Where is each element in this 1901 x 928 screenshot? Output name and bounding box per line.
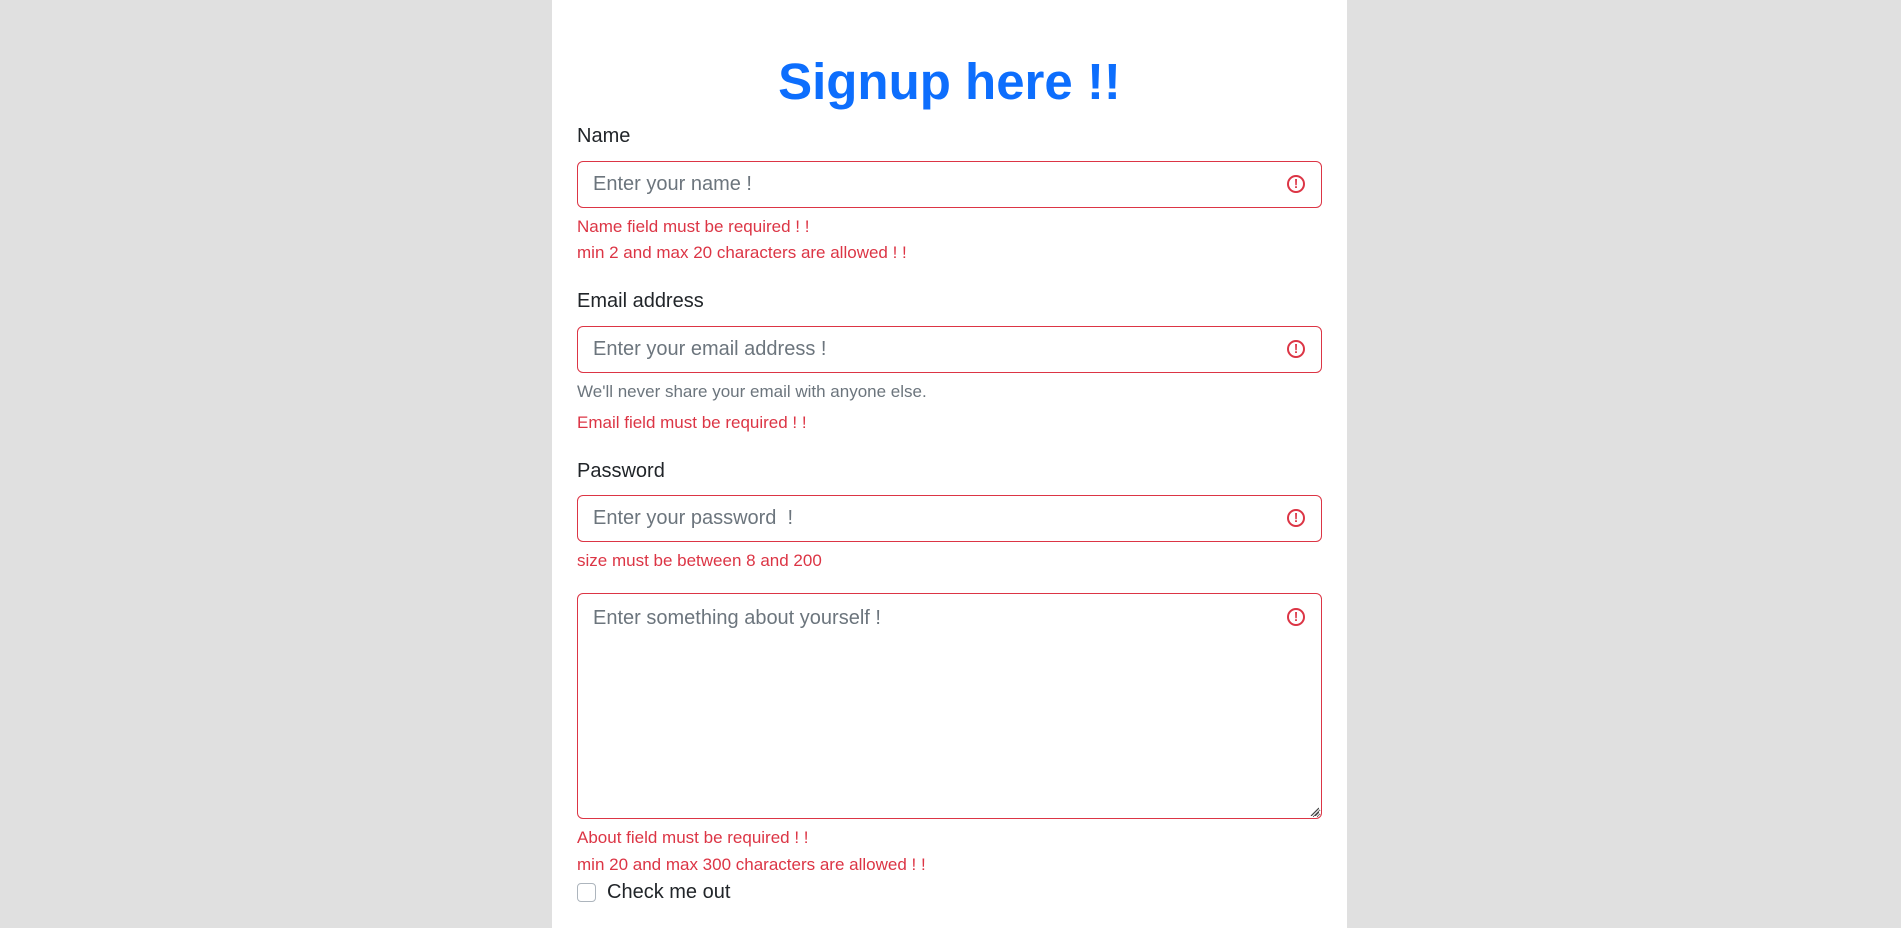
- name-label: Name: [577, 125, 631, 147]
- page-title: Signup here !!: [778, 53, 1121, 110]
- password-label: Password: [577, 460, 665, 482]
- email-error-required: Email field must be required ! !: [577, 413, 807, 432]
- about-error-length: min 20 and max 300 characters are allowe…: [577, 855, 926, 874]
- name-input[interactable]: [577, 161, 1322, 208]
- name-invalid-icon: !: [1287, 175, 1305, 193]
- about-textarea[interactable]: [577, 593, 1322, 819]
- resize-handle-icon[interactable]: [1309, 806, 1319, 816]
- signup-card: Signup here !! Name ! Name field must be…: [552, 0, 1347, 928]
- email-input[interactable]: [577, 326, 1322, 373]
- email-invalid-icon: !: [1287, 340, 1305, 358]
- password-invalid-icon: !: [1287, 509, 1305, 527]
- name-error-length: min 2 and max 20 characters are allowed …: [577, 243, 907, 262]
- password-input[interactable]: [577, 495, 1322, 542]
- check-me-out-label[interactable]: Check me out: [607, 880, 730, 904]
- name-error-required: Name field must be required ! !: [577, 217, 810, 236]
- email-help-text: We'll never share your email with anyone…: [577, 382, 927, 401]
- email-label: Email address: [577, 290, 704, 312]
- check-me-out-checkbox[interactable]: [577, 883, 596, 902]
- password-error-size: size must be between 8 and 200: [577, 551, 822, 570]
- about-invalid-icon: !: [1287, 608, 1305, 626]
- about-error-required: About field must be required ! !: [577, 828, 809, 847]
